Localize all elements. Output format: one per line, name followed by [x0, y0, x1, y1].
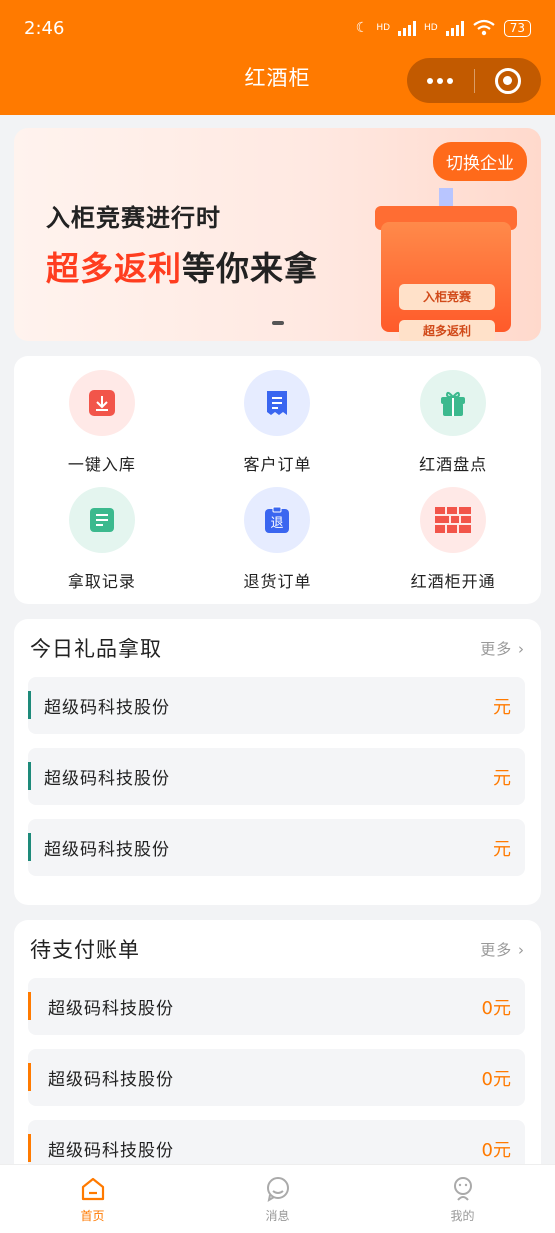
signal-icon-2 — [445, 20, 464, 36]
receipt-icon — [244, 370, 311, 436]
more-dots-icon — [427, 77, 454, 84]
more-link[interactable]: 更多 › — [480, 939, 525, 960]
switch-enterprise-button[interactable]: 切换企业 — [433, 142, 527, 181]
pending-bills-card: 待支付账单 更多 › 超级码科技股份 0元 超级码科技股份 0元 超级码科技股份… — [14, 920, 541, 1190]
amount: 元 — [493, 767, 511, 789]
action-pickup-records[interactable]: 拿取记录 — [14, 487, 190, 604]
return-glyph: 退 — [271, 516, 284, 531]
network-label-2: HD — [424, 23, 438, 33]
chevron-right-icon: › — [518, 639, 525, 658]
accent-bar — [28, 992, 31, 1020]
tab-messages[interactable]: 消息 — [185, 1165, 370, 1233]
network-label-1: HD — [376, 23, 391, 33]
accent-bar — [28, 833, 31, 861]
list-item[interactable]: 超级码科技股份 0元 — [28, 1049, 525, 1106]
section-title: 待支付账单 — [30, 938, 140, 962]
action-wine-inventory[interactable]: 红酒盘点 — [365, 370, 541, 487]
bottom-tab-bar: 首页 消息 我的 — [0, 1164, 555, 1233]
list-item[interactable]: 超级码科技股份 元 — [28, 819, 525, 876]
company-name: 超级码科技股份 — [48, 1070, 174, 1090]
accent-bar — [28, 762, 31, 790]
cabinet-grid-icon — [420, 487, 487, 553]
accent-bar — [28, 1063, 31, 1091]
gift-section-header: 今日礼品拿取 更多 › — [30, 633, 525, 663]
accent-bar — [28, 1134, 31, 1162]
battery-indicator: 73 — [503, 19, 531, 37]
action-cabinet-open[interactable]: 红酒柜开通 — [365, 487, 541, 604]
company-name: 超级码科技股份 — [44, 698, 170, 718]
more-label: 更多 — [480, 940, 513, 959]
close-capsule-button[interactable] — [475, 58, 542, 103]
gift-tag-1: 入柜竞赛 — [399, 284, 495, 310]
home-icon — [81, 1177, 104, 1200]
action-label: 红酒柜开通 — [410, 572, 496, 591]
gift-box-illustration: 入柜竞赛 超多返利 — [375, 188, 517, 341]
more-link[interactable]: 更多 › — [480, 638, 525, 659]
list-icon — [68, 487, 135, 553]
profile-icon — [453, 1176, 472, 1201]
quick-actions-card: 一键入库 客户订单 红酒盘点 拿取记录 退 退货订单 红酒柜开通 — [14, 356, 541, 604]
tab-home[interactable]: 首页 — [0, 1165, 185, 1233]
tab-label: 消息 — [265, 1208, 290, 1223]
company-name: 超级码科技股份 — [48, 1141, 174, 1161]
action-label: 退货订单 — [243, 572, 312, 591]
amount: 0元 — [481, 1139, 511, 1161]
section-title: 今日礼品拿取 — [30, 637, 162, 661]
gift-icon — [420, 370, 487, 436]
wifi-icon — [473, 19, 495, 36]
action-label: 红酒盘点 — [419, 455, 488, 474]
gift-pickup-card: 今日礼品拿取 更多 › 超级码科技股份 元 超级码科技股份 元 超级码科技股份 … — [14, 619, 541, 905]
action-inbound[interactable]: 一键入库 — [14, 370, 190, 487]
amount: 元 — [493, 696, 511, 718]
chevron-right-icon: › — [518, 940, 525, 959]
more-menu-button[interactable] — [407, 58, 474, 103]
app-header: 2:46 ☾ HD HD 73 红酒柜 — [0, 0, 555, 115]
banner-rest: 等你来拿 — [182, 249, 318, 288]
tab-label: 我的 — [450, 1208, 475, 1223]
tab-label: 首页 — [80, 1208, 105, 1223]
amount: 0元 — [481, 1068, 511, 1090]
gift-tag-2: 超多返利 — [399, 320, 495, 341]
company-name: 超级码科技股份 — [44, 840, 170, 860]
return-icon: 退 — [244, 487, 311, 553]
list-item[interactable]: 超级码科技股份 元 — [28, 748, 525, 805]
banner-headline: 入柜竞赛进行时 — [46, 204, 221, 232]
more-label: 更多 — [480, 639, 513, 658]
list-item[interactable]: 超级码科技股份 元 — [28, 677, 525, 734]
action-label: 拿取记录 — [67, 572, 136, 591]
banner-subheadline: 超多返利等你来拿 — [46, 242, 318, 290]
status-bar: 2:46 ☾ HD HD 73 — [24, 14, 531, 42]
company-name: 超级码科技股份 — [44, 769, 170, 789]
mini-program-capsule — [407, 58, 541, 103]
amount: 0元 — [481, 997, 511, 1019]
signal-icon — [398, 20, 417, 36]
action-return-orders[interactable]: 退 退货订单 — [190, 487, 366, 604]
company-name: 超级码科技股份 — [48, 999, 174, 1019]
bill-section-header: 待支付账单 更多 › — [30, 934, 525, 964]
action-customer-orders[interactable]: 客户订单 — [190, 370, 366, 487]
status-time: 2:46 — [24, 17, 65, 39]
moon-icon: ☾ — [355, 20, 369, 36]
banner-pager-indicator — [272, 321, 284, 325]
target-icon — [494, 67, 521, 94]
banner-highlight: 超多返利 — [46, 249, 182, 288]
status-icons: ☾ HD HD 73 — [356, 19, 531, 37]
action-label: 一键入库 — [67, 455, 136, 474]
download-icon — [68, 370, 135, 436]
promo-banner[interactable]: 入柜竞赛进行时 超多返利等你来拿 入柜竞赛 超多返利 切换企业 — [14, 128, 541, 341]
accent-bar — [28, 691, 31, 719]
list-item[interactable]: 超级码科技股份 0元 — [28, 978, 525, 1035]
amount: 元 — [493, 838, 511, 860]
tab-profile[interactable]: 我的 — [370, 1165, 555, 1233]
message-icon — [266, 1176, 289, 1202]
action-label: 客户订单 — [243, 455, 312, 474]
